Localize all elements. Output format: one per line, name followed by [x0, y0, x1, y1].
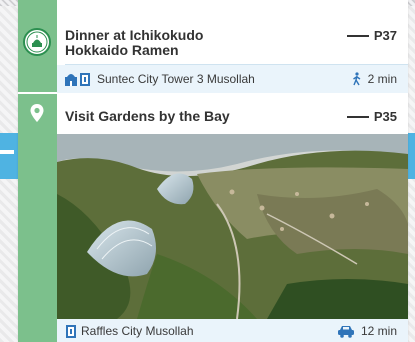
- prayer-location-label: Raffles City Musollah: [81, 324, 194, 338]
- dash-icon: [346, 115, 369, 118]
- prayer-location[interactable]: Suntec City Tower 3 Musollah: [65, 72, 255, 86]
- prayer-info-bar: Raffles City Musollah 12 min: [57, 319, 408, 342]
- travel-time: 2 min: [352, 72, 397, 86]
- itinerary-item-title[interactable]: Dinner at Ichikokudo Hokkaido Ramen: [65, 28, 203, 58]
- travel-time: 12 min: [337, 324, 397, 338]
- mosque-prayer-icons: [65, 73, 90, 86]
- title-line-1: Dinner at Ichikokudo: [65, 27, 204, 43]
- car-icon: [337, 326, 354, 338]
- location-pin-icon: [29, 103, 45, 128]
- gardens-by-the-bay-photo: [57, 134, 408, 319]
- walking-person-icon: [352, 72, 361, 86]
- page-reference-label: P37: [373, 28, 397, 43]
- prayer-room-icon: [66, 325, 76, 338]
- title-line-2: Hokkaido Ramen: [65, 42, 179, 58]
- prayer-info-bar: Suntec City Tower 3 Musollah 2 min: [57, 65, 408, 93]
- page-reference[interactable]: P35: [346, 109, 397, 124]
- prayer-location-label: Suntec City Tower 3 Musollah: [97, 72, 255, 86]
- halal-certification-icon: [23, 28, 51, 56]
- dash-icon: [346, 34, 369, 37]
- itinerary-card: Dinner at Ichikokudo Hokkaido Ramen P37 …: [18, 0, 408, 342]
- page-reference-label: P35: [373, 109, 397, 124]
- travel-time-label: 12 min: [360, 324, 397, 338]
- page-reference[interactable]: P37: [346, 28, 397, 43]
- prayer-location[interactable]: Raffles City Musollah: [65, 324, 194, 338]
- itinerary-item-title[interactable]: Visit Gardens by the Bay: [65, 109, 230, 124]
- itinerary-content: Dinner at Ichikokudo Hokkaido Ramen P37 …: [57, 0, 408, 342]
- timeline-rail: [18, 0, 57, 342]
- travel-time-label: 2 min: [367, 72, 397, 86]
- side-tab-marker: [0, 150, 14, 154]
- rail-divider: [18, 92, 57, 94]
